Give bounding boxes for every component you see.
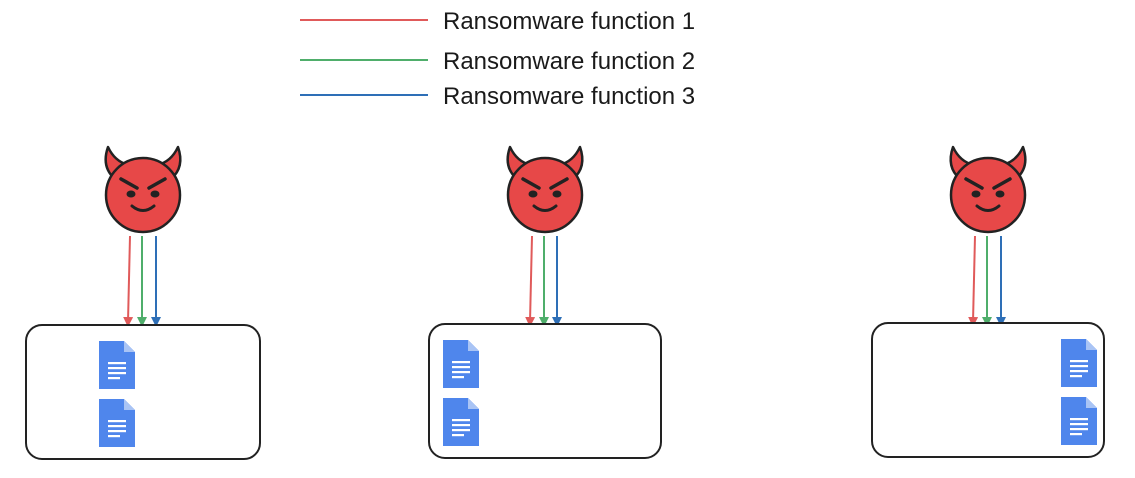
devil-icon	[104, 145, 182, 234]
document-icon	[99, 399, 135, 447]
document-icon	[1061, 339, 1097, 387]
devil-icon	[949, 145, 1027, 234]
scenario-1	[25, 145, 261, 460]
function-arrows	[968, 235, 1006, 327]
scenario-2	[428, 145, 662, 459]
scenario-3	[871, 145, 1105, 458]
legend: Ransomware function 1 Ransomware functio…	[300, 8, 695, 110]
ransomware-diagram: Ransomware function 1 Ransomware functio…	[25, 8, 1105, 460]
function-arrows	[525, 235, 562, 327]
legend-item-function-3: Ransomware function 3	[300, 83, 695, 110]
document-icon	[99, 341, 135, 389]
file-container-box	[25, 324, 261, 460]
arrow-function-1	[123, 235, 134, 327]
function-arrows	[123, 235, 161, 327]
legend-label-function-3: Ransomware function 3	[443, 83, 695, 110]
legend-item-function-2: Ransomware function 2	[300, 48, 695, 75]
legend-label-function-2: Ransomware function 2	[443, 48, 695, 75]
arrow-function-1	[968, 235, 979, 327]
arrow-function-1	[525, 235, 536, 327]
document-icon	[443, 340, 479, 388]
document-icon	[443, 398, 479, 446]
legend-item-function-1: Ransomware function 1	[300, 8, 695, 35]
document-icon	[1061, 397, 1097, 445]
devil-icon	[506, 145, 584, 234]
legend-label-function-1: Ransomware function 1	[443, 8, 695, 35]
